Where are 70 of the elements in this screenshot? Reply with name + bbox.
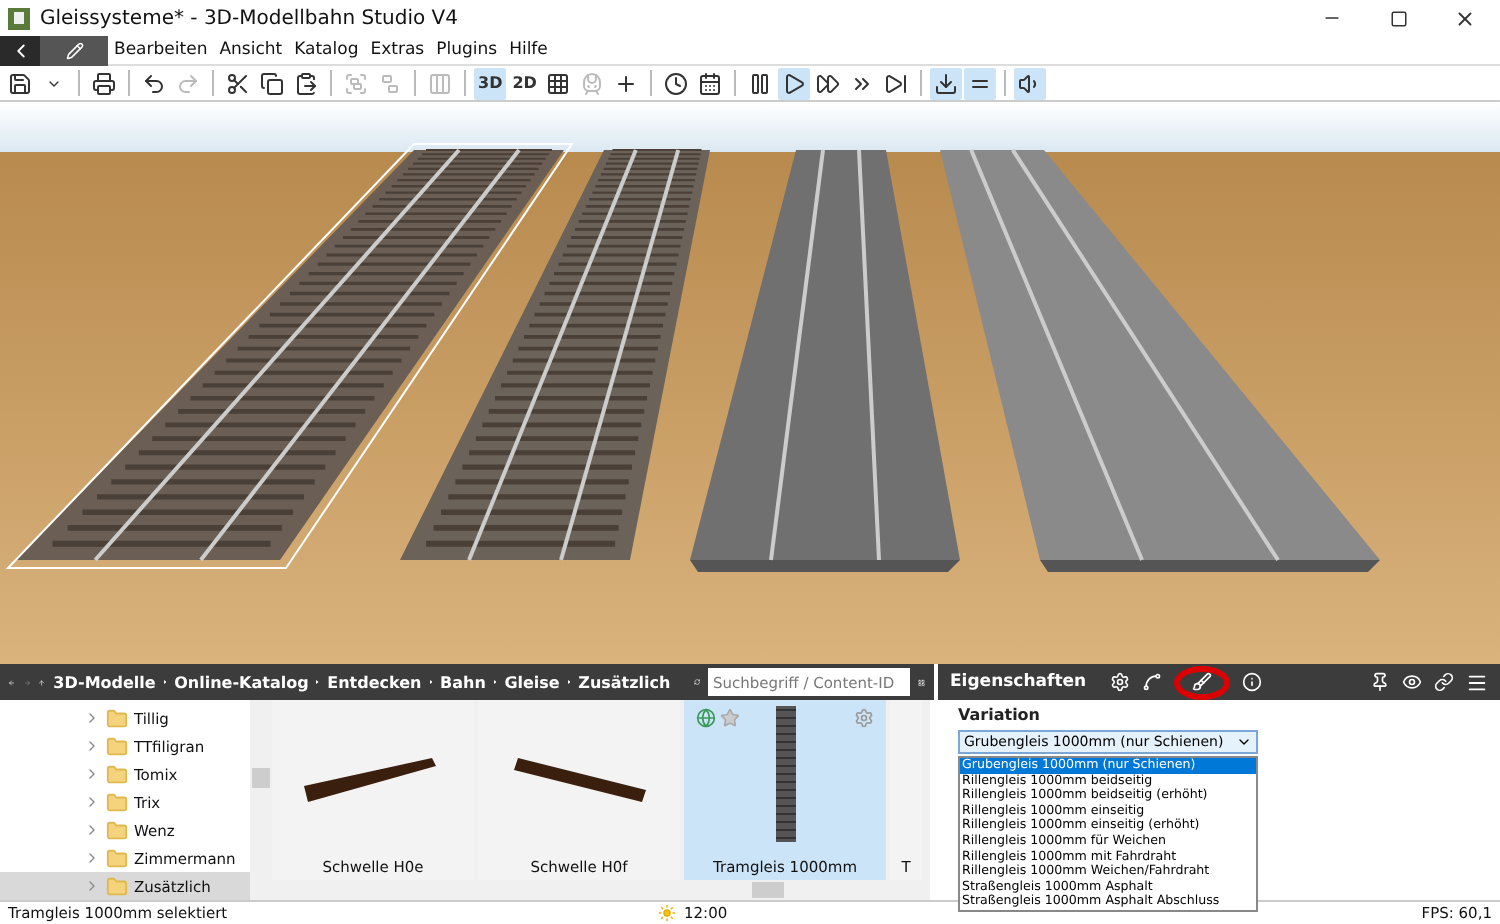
- window-title: Gleissysteme* - 3D-Modellbahn Studio V4: [40, 7, 460, 29]
- train-icon: [580, 71, 605, 95]
- folder-icon: [106, 819, 128, 841]
- plus-icon: [614, 71, 639, 95]
- edit-mode-button[interactable]: [40, 35, 108, 65]
- curve-icon[interactable]: [1142, 672, 1163, 692]
- toolbar-button[interactable]: [930, 67, 963, 99]
- breadcrumb-link[interactable]: Gleise: [504, 673, 560, 691]
- paste-icon: [294, 71, 318, 95]
- toolbar-button[interactable]: [88, 67, 120, 99]
- info-icon[interactable]: [1242, 672, 1263, 692]
- print-icon: [92, 71, 116, 95]
- view-mode-button[interactable]: 2D: [508, 67, 541, 99]
- download-icon: [934, 71, 959, 95]
- dropdown-caret-icon: [1236, 734, 1252, 750]
- toolbar-button[interactable]: [778, 67, 811, 99]
- breadcrumb-link[interactable]: 3D-Modelle: [53, 673, 156, 691]
- menu-item[interactable]: Bearbeiten: [108, 40, 214, 60]
- calendar-icon: [698, 71, 723, 95]
- columns-icon: [428, 71, 452, 95]
- view-mode-button[interactable]: 3D: [474, 67, 507, 99]
- group-icon: [344, 71, 368, 95]
- panel-title: Eigenschaften: [950, 672, 1087, 692]
- maximize-icon: [1389, 9, 1407, 27]
- menu-item[interactable]: Plugins: [430, 40, 504, 60]
- menu-item[interactable]: Extras: [364, 40, 431, 60]
- pencil-icon: [65, 41, 83, 59]
- ungroup-icon: [378, 71, 402, 95]
- toolbar-button[interactable]: [256, 67, 288, 99]
- folder-icon: [106, 735, 128, 757]
- folder-icon: [106, 707, 128, 729]
- save-icon: [8, 71, 32, 95]
- grid-icon: [546, 71, 571, 95]
- breadcrumb-link[interactable]: Zusätzlich: [578, 673, 671, 691]
- skip-forward-icon: [884, 71, 909, 95]
- close-icon: [1453, 7, 1475, 29]
- folder-icon: [106, 875, 128, 897]
- breadcrumb-link[interactable]: Bahn: [440, 673, 486, 691]
- menu-item[interactable]: Ansicht: [213, 40, 289, 60]
- field-label: Variation: [958, 706, 1042, 724]
- cut-icon: [226, 71, 250, 95]
- brush-icon[interactable]: [1192, 672, 1213, 692]
- toolbar-button[interactable]: [660, 67, 693, 99]
- sun-icon: [658, 904, 676, 922]
- globe-icon[interactable]: [696, 708, 716, 728]
- eye-icon[interactable]: [1402, 672, 1422, 692]
- folder-icon: [106, 763, 128, 785]
- toolbar-button[interactable]: [1014, 67, 1047, 99]
- copy-icon: [260, 71, 284, 95]
- breadcrumb-link[interactable]: Online-Katalog: [174, 673, 309, 691]
- star-icon[interactable]: [720, 708, 740, 728]
- pin-icon[interactable]: [1370, 672, 1390, 692]
- menu-item[interactable]: Katalog: [288, 40, 365, 60]
- track-model-icon: [775, 706, 795, 842]
- back-button[interactable]: [0, 35, 40, 65]
- breadcrumb-link[interactable]: Entdecken: [327, 673, 422, 691]
- menu-icon[interactable]: [1466, 671, 1488, 693]
- play-icon: [782, 71, 807, 95]
- folder-icon: [106, 847, 128, 869]
- clock-icon: [664, 71, 689, 95]
- menu-item[interactable]: Hilfe: [503, 40, 554, 60]
- folder-icon: [106, 791, 128, 813]
- vertical-scrollbar[interactable]: [250, 700, 272, 900]
- pause-icon: [748, 71, 773, 95]
- redo-icon: [176, 71, 200, 95]
- fast-forward-icon: [816, 71, 841, 95]
- app-logo-icon: [8, 7, 30, 29]
- link-icon[interactable]: [1434, 672, 1454, 692]
- toolbar-button[interactable]: [964, 67, 997, 99]
- undo-icon: [142, 71, 166, 95]
